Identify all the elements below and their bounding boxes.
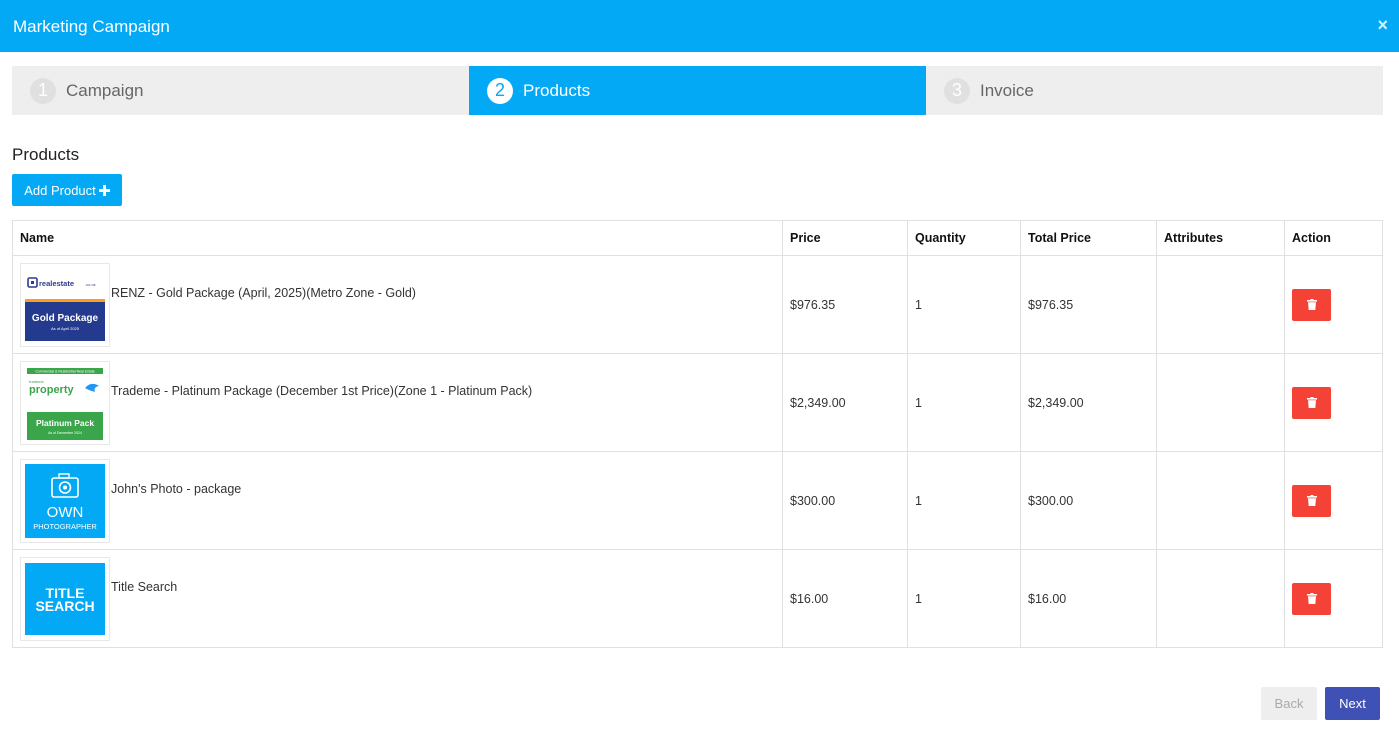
close-button[interactable]: ×: [1377, 15, 1388, 35]
header-price: Price: [782, 220, 908, 256]
thumb-package: Platinum Pack: [36, 418, 94, 428]
table-header-row: Name Price Quantity Total Price Attribut…: [12, 220, 1383, 256]
trademe-property-logo-icon: Commercial & Residential Real Estate tra…: [25, 365, 105, 440]
thumb-sub: As of April 2025: [51, 326, 80, 331]
realestate-logo-icon: realestate .co.nz Gold Package As of Apr…: [25, 268, 105, 341]
delete-button[interactable]: [1292, 484, 1331, 517]
product-thumbnail: TITLE SEARCH: [20, 556, 110, 641]
step-number: 1: [30, 77, 56, 104]
header-quantity: Quantity: [907, 220, 1021, 256]
back-button[interactable]: Back: [1261, 687, 1317, 720]
product-total: $300.00: [1020, 451, 1157, 550]
section-title: Products: [12, 145, 80, 164]
product-action-cell: [1284, 255, 1383, 354]
thumb-sub: As of December 2024: [48, 431, 82, 435]
thumb-brand: property: [29, 384, 75, 396]
header-total-price: Total Price: [1020, 220, 1157, 256]
product-total: $16.00: [1020, 549, 1157, 648]
product-attributes: [1156, 255, 1285, 354]
product-action-cell: [1284, 353, 1383, 452]
thumb-package: Gold Package: [32, 313, 99, 324]
product-price: $300.00: [782, 451, 908, 550]
next-button[interactable]: Next: [1325, 687, 1380, 720]
product-name: Trademe - Platinum Package (December 1st…: [111, 383, 533, 398]
delete-button[interactable]: [1292, 288, 1331, 321]
product-quantity: 1: [907, 549, 1021, 648]
delete-button[interactable]: [1292, 582, 1331, 615]
thumb-top: Commercial & Residential Real Estate: [35, 369, 94, 373]
product-thumbnail: Commercial & Residential Real Estate tra…: [20, 360, 110, 445]
table-row: Commercial & Residential Real Estate tra…: [12, 353, 1383, 452]
product-action-cell: [1284, 451, 1383, 550]
modal-header: Marketing Campaign ×: [0, 0, 1399, 52]
table-row: TITLE SEARCH Title Search $16.00 1 $16.0…: [12, 549, 1383, 648]
product-price: $976.35: [782, 255, 908, 354]
step-products[interactable]: 2 Products: [469, 66, 926, 115]
add-product-button[interactable]: Add Product: [12, 174, 122, 206]
stepper: 1 Campaign 2 Products 3 Invoice: [12, 66, 1383, 115]
header-name: Name: [12, 220, 783, 256]
add-product-label: Add Product: [24, 182, 96, 198]
product-name-cell: TITLE SEARCH Title Search: [12, 549, 783, 648]
product-name: Title Search: [111, 579, 178, 594]
own-photographer-icon: OWN PHOTOGRAPHER: [25, 463, 105, 538]
product-name: RENZ - Gold Package (April, 2025)(Metro …: [111, 285, 416, 300]
delete-button[interactable]: [1292, 386, 1331, 419]
product-total: $976.35: [1020, 255, 1157, 354]
title-search-icon: TITLE SEARCH: [25, 562, 105, 635]
product-action-cell: [1284, 549, 1383, 648]
product-quantity: 1: [907, 255, 1021, 354]
product-quantity: 1: [907, 353, 1021, 452]
step-number: 3: [944, 77, 970, 104]
step-number: 2: [487, 77, 513, 104]
thumb-line2: SEARCH: [35, 598, 94, 614]
product-thumbnail: realestate .co.nz Gold Package As of Apr…: [20, 262, 110, 347]
trash-icon: [1306, 495, 1317, 506]
plus-icon: [98, 184, 110, 196]
header-action: Action: [1284, 220, 1383, 256]
step-label: Products: [523, 80, 591, 100]
header-attributes: Attributes: [1156, 220, 1285, 256]
table-row: OWN PHOTOGRAPHER John's Photo - package …: [12, 451, 1383, 550]
product-price: $2,349.00: [782, 353, 908, 452]
step-invoice[interactable]: 3 Invoice: [926, 66, 1383, 115]
modal-title: Marketing Campaign: [13, 17, 170, 36]
product-thumbnail: OWN PHOTOGRAPHER: [20, 458, 110, 543]
products-table: Name Price Quantity Total Price Attribut…: [12, 220, 1383, 648]
thumb-brand-suffix: .co.nz: [85, 282, 96, 287]
product-name-cell: OWN PHOTOGRAPHER John's Photo - package: [12, 451, 783, 550]
product-name: John's Photo - package: [111, 481, 242, 496]
step-campaign[interactable]: 1 Campaign: [12, 66, 469, 115]
step-label: Campaign: [66, 80, 144, 100]
trash-icon: [1306, 593, 1317, 604]
thumb-brand: realestate: [39, 279, 74, 288]
table-row: realestate .co.nz Gold Package As of Apr…: [12, 255, 1383, 354]
product-name-cell: Commercial & Residential Real Estate tra…: [12, 353, 783, 452]
trash-icon: [1306, 397, 1317, 408]
step-label: Invoice: [980, 80, 1034, 100]
product-attributes: [1156, 549, 1285, 648]
thumb-line1: OWN: [47, 504, 84, 521]
product-attributes: [1156, 451, 1285, 550]
product-name-cell: realestate .co.nz Gold Package As of Apr…: [12, 255, 783, 354]
product-price: $16.00: [782, 549, 908, 648]
trash-icon: [1306, 299, 1317, 310]
product-attributes: [1156, 353, 1285, 452]
product-quantity: 1: [907, 451, 1021, 550]
product-total: $2,349.00: [1020, 353, 1157, 452]
thumb-line2: PHOTOGRAPHER: [33, 522, 97, 531]
